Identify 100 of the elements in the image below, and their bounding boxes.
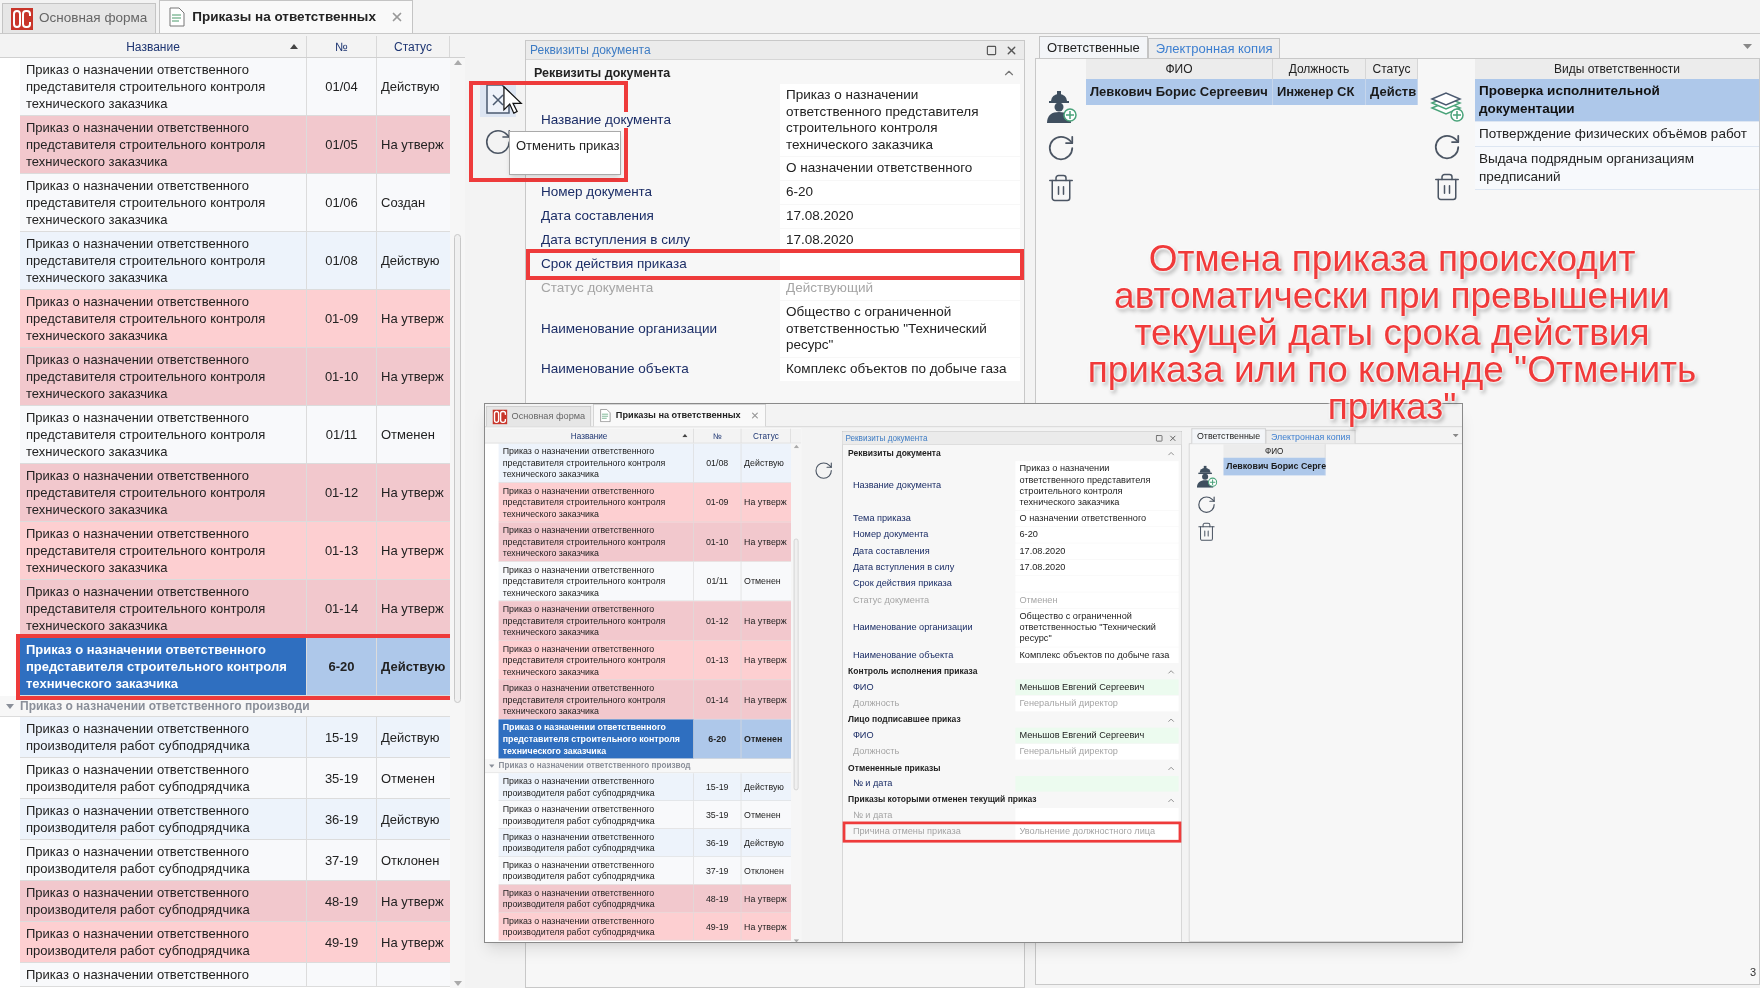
column-header[interactable]: Название <box>0 36 307 57</box>
field-value[interactable]: Комплекс объектов по добыче газа <box>1015 647 1179 663</box>
table-row[interactable]: Левкович Борис Сергеевич Инженер СК Действ <box>1086 79 1418 105</box>
table-cell: 36-19 <box>324 810 359 828</box>
scroll-up-icon[interactable] <box>453 60 462 65</box>
table-row[interactable]: Приказ о назначении ответственного производителя работ субподрядчика 49-19 На утверж <box>498 912 791 941</box>
tab[interactable]: Основная форма <box>486 406 592 427</box>
field-value[interactable]: 17.08.2020 <box>1015 543 1179 560</box>
field-value[interactable]: Общество с ограниченной ответственностью "Технический ресурс" <box>780 301 1020 357</box>
tab[interactable]: Электронная копия <box>1265 429 1356 444</box>
table-row[interactable]: Приказ о назначении ответственного производителя работ субподрядчика 37-19 Отклонен <box>498 856 791 885</box>
table-cell: 01/06 <box>325 194 358 211</box>
table-cell: Приказ о назначении ответственного представителя строительного контроля технического заказчика <box>20 232 307 289</box>
field-value[interactable]: 17.08.2020 <box>780 205 1020 228</box>
field-value[interactable]: 6-20 <box>780 181 1020 204</box>
table-row[interactable]: Приказ о назначении ответственного представителя строительного контроля технического заказчика 01/05 На утверж <box>20 116 450 174</box>
table-row[interactable]: Приказ о назначении ответственного производителя работ субподрядчика 48-19 На утверж <box>20 881 450 922</box>
column-header[interactable]: Название <box>485 428 694 443</box>
add-person-icon[interactable] <box>1045 89 1077 123</box>
tab[interactable]: Ответственные <box>1191 428 1266 444</box>
table-row[interactable]: Приказ о назначении ответственного представителя строительного контроля технического заказчика 01-12 На утверж <box>20 464 450 522</box>
tab[interactable]: Ответственные <box>1039 36 1148 58</box>
dropdown-icon[interactable] <box>1743 44 1752 49</box>
scrollbar-thumb[interactable] <box>454 233 461 703</box>
table-row[interactable]: Приказ о назначении ответственного <box>20 963 450 987</box>
maximize-icon[interactable] <box>986 44 997 56</box>
table-row[interactable]: Приказ о назначении ответственного представителя строительного контроля технического заказчика 01/04 Действую <box>20 58 450 116</box>
table-row[interactable]: Приказ о назначении ответственного представителя строительного контроля технического заказчика 01/11 Отменен <box>20 406 450 464</box>
table-row[interactable]: Приказ о назначении ответственного представителя строительного контроля технического заказчика 01-12 На утверж <box>498 601 791 641</box>
table-cell: На утверж <box>381 310 444 327</box>
section-header[interactable]: Реквизиты документа <box>526 62 1024 84</box>
table-row[interactable]: Приказ о назначении ответственного представителя строительного контроля технического заказчика 01-13 На утверж <box>498 640 791 681</box>
table-cell: 15-19 <box>324 728 359 746</box>
table-row[interactable]: Приказ о назначении ответственного представителя строительного контроля технического заказчика 01/08 Действую <box>498 443 791 483</box>
table-row[interactable]: Приказ о назначении ответственного производителя работ субподрядчика 37-19 Отклонен <box>20 840 450 881</box>
table-row[interactable]: Приказ о назначении ответственного представителя строительного контроля технического заказчика 01-09 На утверж <box>498 482 791 523</box>
scrollbar[interactable] <box>791 443 802 942</box>
table-cell: 6-20 <box>708 733 727 745</box>
field-value[interactable]: 6-20 <box>1015 527 1179 543</box>
table-row[interactable]: Приказ о назначении ответственного представителя строительного контроля технического заказчика 01/11 Отменен <box>498 561 791 602</box>
tab[interactable]: Приказы на ответственных <box>593 404 766 427</box>
field-value[interactable]: Приказ о назначении ответственного представителя строительного контроля технического заказчика <box>780 84 1020 156</box>
table-row[interactable]: Приказ о назначении ответственного представителя строительного контроля технического заказчика 01/08 Действую <box>20 232 450 290</box>
field-label: Статус документа <box>541 280 654 297</box>
column-header[interactable]: Статус <box>741 428 791 443</box>
column-header[interactable]: Статус <box>377 36 450 57</box>
add-person-icon[interactable] <box>1195 464 1218 488</box>
table-row[interactable]: Приказ о назначении ответственного производителя работ субподрядчика 35-19 Отменен <box>498 801 791 829</box>
field-value[interactable]: Меньшов Евгений Сергеевич <box>1015 679 1179 695</box>
column-header[interactable]: № <box>693 428 742 443</box>
section-header[interactable]: Лицо подписавшее приказ <box>842 712 1182 728</box>
section-header[interactable]: Контроль исполнения приказа <box>842 664 1182 680</box>
column-header[interactable]: ФИО <box>1223 444 1326 458</box>
table-row[interactable]: Приказ о назначении ответственного производителя работ субподрядчика 15-19 Действую <box>20 717 450 758</box>
table-row[interactable]: Потверждение физических объёмов работ <box>1475 122 1759 147</box>
scroll-down-icon[interactable] <box>793 939 799 942</box>
table-row[interactable]: Приказ о назначении ответственного представителя строительного контроля технического заказчика 01-14 На утверж <box>498 680 791 720</box>
table-cell: На утверж <box>744 892 787 905</box>
tab[interactable]: Приказы на ответственных <box>159 0 413 33</box>
scrollbar[interactable] <box>450 58 465 988</box>
tab[interactable]: Основная форма <box>2 3 157 33</box>
table-cell: 01/11 <box>706 575 728 587</box>
table-row[interactable]: Приказ о назначении ответственного производителя работ субподрядчика 48-19 На утверж <box>498 884 791 913</box>
dropdown-icon[interactable] <box>1452 433 1459 438</box>
field-value[interactable]: Меньшов Евгений Сергеевич <box>1015 727 1179 743</box>
refresh-icon[interactable] <box>1046 133 1076 163</box>
field-value[interactable]: Общество с ограниченной ответственностью "Технический ресурс" <box>1015 608 1179 647</box>
section-header[interactable]: Отмененные приказы <box>842 760 1182 776</box>
field-value[interactable]: О назначении ответственного <box>1015 510 1179 527</box>
field-value[interactable]: Приказ о назначении ответственного представителя строительного контроля технического заказчика <box>1015 461 1179 511</box>
table-row[interactable]: Приказ о назначении ответственного производителя работ субподрядчика 35-19 Отменен <box>20 758 450 799</box>
collapse-icon[interactable] <box>6 702 14 710</box>
trash-icon[interactable] <box>1046 173 1076 203</box>
table-row[interactable]: Приказ о назначении ответственного представителя строительного контроля технического заказчика 01/06 Создан <box>20 174 450 232</box>
scroll-down-icon[interactable] <box>453 981 462 986</box>
add-layers-icon[interactable] <box>1429 92 1464 122</box>
table-row[interactable]: Приказ о назначении ответственного производителя работ субподрядчика 49-19 На утверж <box>20 922 450 963</box>
scrollbar-thumb[interactable] <box>793 538 799 791</box>
table-row[interactable]: Приказ о назначении ответственного производителя работ субподрядчика 36-19 Действую <box>498 829 791 857</box>
table-row[interactable]: Выдача подрядным организациям предписаний <box>1475 147 1759 190</box>
field-label: Должность <box>852 745 900 758</box>
tab-label: Основная форма <box>39 9 148 28</box>
table-row[interactable]: Приказ о назначении ответственного представителя строительного контроля технического заказчика 01-10 На утверж <box>20 348 450 406</box>
table-row[interactable]: Приказ о назначении ответственного представителя строительного контроля технического заказчика 01-13 На утверж <box>20 522 450 580</box>
table-row[interactable]: Приказ о назначении ответственного производителя работ субподрядчика 36-19 Действую <box>20 799 450 840</box>
table-row[interactable]: Приказ о назначении ответственного производителя работ субподрядчика 15-19 Действую <box>498 773 791 802</box>
column-header[interactable]: № <box>307 36 377 57</box>
section-header[interactable]: Приказы которыми отменен текущий приказ <box>842 792 1182 808</box>
column-header[interactable]: Виды ответственности <box>1475 59 1759 79</box>
table-row[interactable]: Приказ о назначении ответственного представителя строительного контроля технического заказчика 01-10 На утверж <box>498 522 791 562</box>
tab[interactable]: Электронная копия <box>1147 38 1281 58</box>
table-row[interactable]: Приказ о назначении ответственного представителя строительного контроля технического заказчика 6-20 Отменен <box>498 719 791 759</box>
section-header[interactable]: Реквизиты документа <box>842 446 1182 462</box>
field-value[interactable]: 17.08.2020 <box>1015 559 1179 576</box>
field-value[interactable]: О назначении ответственного <box>780 157 1020 180</box>
field-value[interactable] <box>780 253 1020 276</box>
collapse-icon[interactable] <box>489 763 495 769</box>
table-row[interactable]: Проверка исполнительной документации <box>1475 79 1759 122</box>
table-row[interactable]: Приказ о назначении ответственного представителя строительного контроля технического заказчика 01-09 На утверж <box>20 290 450 348</box>
field-value[interactable]: Комплекс объектов по добыче газа <box>780 357 1020 381</box>
